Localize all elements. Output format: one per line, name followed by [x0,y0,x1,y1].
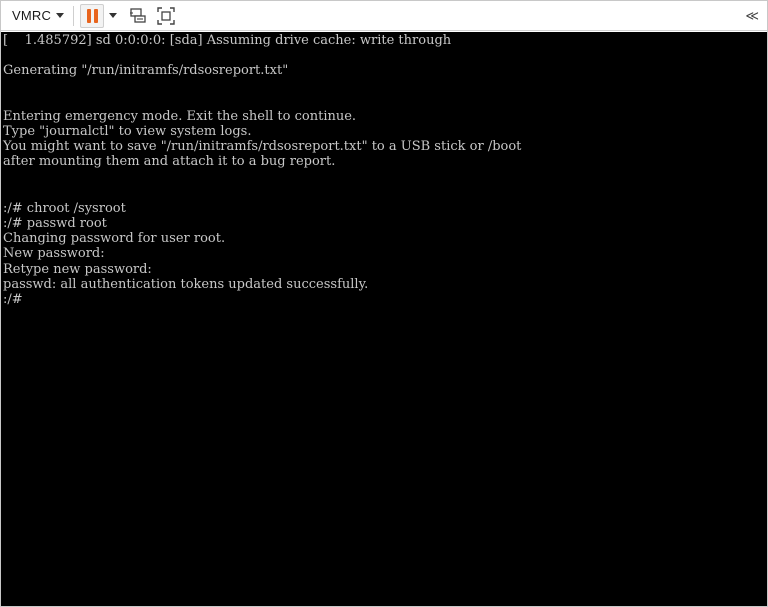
pause-button[interactable] [80,3,105,28]
console-line: passwd: all authentication tokens update… [3,277,369,292]
toolbar-divider [73,5,75,26]
vm-console[interactable]: [ 1.485792] sd 0:0:0:0: [sda] Assuming d… [1,32,767,606]
chevron-down-icon [56,13,65,18]
send-ctrl-alt-del-icon [130,7,146,23]
pause-icon [93,8,98,23]
shell-prompt: :/# [3,292,23,307]
pause-icon [86,8,91,23]
console-line: :/# passwd root [3,216,107,231]
collapse-icon: ≪ [745,8,759,23]
send-ctrl-alt-del-button[interactable] [127,5,149,27]
console-line: Type "journalctl" to view system logs. [3,124,252,139]
fullscreen-icon [157,6,175,25]
console-line: [ 1.485792] sd 0:0:0:0: [sda] Assuming d… [3,33,452,48]
console-line: New password: [3,246,105,261]
console-line: Entering emergency mode. Exit the shell … [3,109,357,124]
power-menu-chevron-down-icon[interactable] [109,13,118,18]
console-line: after mounting them and attach it to a b… [3,154,336,169]
console-line: You might want to save "/run/initramfs/r… [3,139,522,154]
console-line: Retype new password: [3,262,152,277]
console-line: Generating "/run/initramfs/rdsosreport.t… [3,63,289,78]
fullscreen-button[interactable] [155,5,177,27]
vmrc-menu-button[interactable]: VMRC [10,5,66,27]
console-line: Changing password for user root. [3,231,226,246]
vmrc-menu-label: VMRC [12,8,52,23]
toolbar: VMRC ≪ [1,1,767,31]
console-line: :/# chroot /sysroot [3,201,126,216]
vmrc-window: VMRC ≪ [ 1.485792] sd 0:0:0:0: [sda] Ass… [0,0,768,607]
collapse-toolbar-button[interactable]: ≪ [745,7,759,25]
